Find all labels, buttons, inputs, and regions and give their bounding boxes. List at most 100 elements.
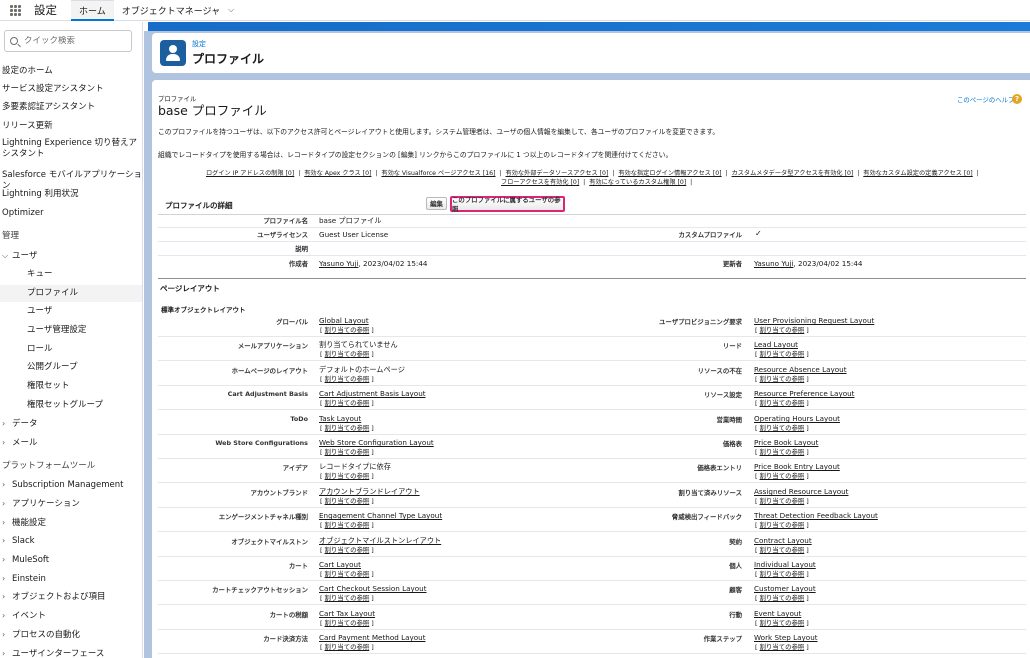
assign-link-right[interactable]: [ 割り当ての参照 ] <box>755 349 809 358</box>
assign-link[interactable]: [ 割り当ての参照 ] <box>320 398 374 407</box>
layout-row-value-right[interactable]: Work Step Layout <box>754 633 818 642</box>
layout-row-value[interactable]: Cart Checkout Session Layout <box>319 584 427 593</box>
sidebar-item-0[interactable]: 設定のホーム <box>0 66 142 77</box>
assign-link[interactable]: [ 割り当ての参照 ] <box>320 642 374 651</box>
assign-link[interactable]: [ 割り当ての参照 ] <box>320 593 374 602</box>
sidebar-item-11[interactable]: プロファイル <box>0 285 142 302</box>
layout-row-value[interactable]: Cart Layout <box>319 560 361 569</box>
sidebar-item-2[interactable]: 多要素認証アシスタント <box>0 102 142 113</box>
sidebar-item-15[interactable]: 公開グループ <box>0 362 142 373</box>
related-link[interactable]: 有効になっているカスタム権限 [0] <box>589 179 686 186</box>
quick-find-input[interactable] <box>24 36 124 46</box>
related-link[interactable]: 有効な Apex クラス [0] <box>304 170 371 177</box>
assign-link[interactable]: [ 割り当ての参照 ] <box>320 545 374 554</box>
sidebar-item-9[interactable]: ⌵ ユーザ <box>0 250 142 262</box>
layout-row-value-right[interactable]: User Provisioning Request Layout <box>754 316 874 325</box>
assign-link-right[interactable]: [ 割り当ての参照 ] <box>755 398 809 407</box>
layout-row-value[interactable]: Engagement Channel Type Layout <box>319 511 442 520</box>
help-icon[interactable]: ? <box>1012 94 1022 104</box>
assign-link[interactable]: [ 割り当ての参照 ] <box>320 618 374 627</box>
assign-link[interactable]: [ 割り当ての参照 ] <box>320 349 374 358</box>
sidebar-item-24[interactable]: › Slack <box>0 535 142 547</box>
layout-row-value[interactable]: Global Layout <box>319 316 369 325</box>
assign-link[interactable]: [ 割り当ての参照 ] <box>320 569 374 578</box>
assign-link[interactable]: [ 割り当ての参照 ] <box>320 520 374 529</box>
assign-link[interactable]: [ 割り当ての参照 ] <box>320 423 374 432</box>
sidebar-item-10[interactable]: キュー <box>0 269 142 280</box>
sidebar-item-29[interactable]: › プロセスの自動化 <box>0 629 142 641</box>
sidebar-item-30[interactable]: › ユーザインターフェース <box>0 648 142 658</box>
layout-row-value-right[interactable]: Resource Absence Layout <box>754 365 847 374</box>
created-by-user-link[interactable]: Yasuno Yuji <box>319 259 358 268</box>
assign-link-right[interactable]: [ 割り当ての参照 ] <box>755 618 809 627</box>
related-link[interactable]: ログイン IP アドレスの制限 [0] <box>206 170 294 177</box>
quick-find-box[interactable] <box>4 30 132 52</box>
tab-object-manager[interactable]: オブジェクトマネージャ ⌵ <box>114 0 242 21</box>
assign-link[interactable]: [ 割り当ての参照 ] <box>320 496 374 505</box>
sidebar-item-26[interactable]: › Einstein <box>0 573 142 585</box>
sidebar-item-12[interactable]: ユーザ <box>0 306 142 317</box>
assign-link-right[interactable]: [ 割り当ての参照 ] <box>755 496 809 505</box>
layout-row-value-right[interactable]: Lead Layout <box>754 340 798 349</box>
assign-link[interactable]: [ 割り当ての参照 ] <box>320 471 374 480</box>
assign-link-right[interactable]: [ 割り当ての参照 ] <box>755 374 809 383</box>
sidebar-item-3[interactable]: リリース更新 <box>0 121 142 132</box>
tab-home[interactable]: ホーム <box>71 0 114 21</box>
sidebar-item-16[interactable]: 権限セット <box>0 381 142 392</box>
layout-row-value-right[interactable]: Price Book Entry Layout <box>754 462 840 471</box>
sidebar-item-1[interactable]: サービス設定アシスタント <box>0 84 142 95</box>
related-link[interactable]: フローアクセスを有効化 [0] <box>501 179 579 186</box>
layout-row-value-right[interactable]: Price Book Layout <box>754 438 818 447</box>
layout-row-value[interactable]: Cart Tax Layout <box>319 609 375 618</box>
view-users-button[interactable]: このプロファイルに属するユーザの参照 <box>450 196 565 213</box>
sidebar-item-13[interactable]: ユーザ管理設定 <box>0 325 142 336</box>
assign-link-right[interactable]: [ 割り当ての参照 ] <box>755 447 809 456</box>
layout-row-value[interactable]: Web Store Configuration Layout <box>319 438 434 447</box>
assign-link-right[interactable]: [ 割り当ての参照 ] <box>755 325 809 334</box>
layout-row-value[interactable]: Cart Adjustment Basis Layout <box>319 389 426 398</box>
sidebar-item-23[interactable]: › 機能設定 <box>0 517 142 529</box>
sidebar-item-4[interactable]: Lightning Experience 切り替えアシスタント <box>0 138 142 160</box>
assign-link-right[interactable]: [ 割り当ての参照 ] <box>755 642 809 651</box>
assign-link-right[interactable]: [ 割り当ての参照 ] <box>755 471 809 480</box>
layout-row-value-right[interactable]: Assigned Resource Layout <box>754 487 848 496</box>
related-link[interactable]: カスタムメタデータ型アクセスを有効化 [0] <box>732 170 854 177</box>
layout-row-value-right[interactable]: Event Layout <box>754 609 801 618</box>
help-link[interactable]: このページのヘルプ <box>957 95 1014 104</box>
edit-button[interactable]: 編集 <box>426 197 447 210</box>
sidebar-item-7[interactable]: Optimizer <box>0 208 142 219</box>
assign-link[interactable]: [ 割り当ての参照 ] <box>320 325 374 334</box>
layout-row-value[interactable]: Task Layout <box>319 414 361 423</box>
sidebar-item-22[interactable]: › アプリケーション <box>0 498 142 510</box>
app-launcher-icon[interactable] <box>0 0 30 21</box>
sidebar-item-19[interactable]: › メール <box>0 437 142 449</box>
layout-row-value-right[interactable]: Operating Hours Layout <box>754 414 840 423</box>
assign-link-right[interactable]: [ 割り当ての参照 ] <box>755 545 809 554</box>
layout-row-value-right[interactable]: Customer Layout <box>754 584 816 593</box>
related-link[interactable]: 有効な指定ログイン情報アクセス [0] <box>618 170 721 177</box>
layout-row-value-right[interactable]: Individual Layout <box>754 560 816 569</box>
assign-link-right[interactable]: [ 割り当ての参照 ] <box>755 520 809 529</box>
layout-row-value[interactable]: Card Payment Method Layout <box>319 633 426 642</box>
sidebar-item-28[interactable]: › イベント <box>0 610 142 622</box>
assign-link-right[interactable]: [ 割り当ての参照 ] <box>755 569 809 578</box>
modified-by-user-link[interactable]: Yasuno Yuji <box>754 259 793 268</box>
sidebar-item-6[interactable]: Lightning 利用状況 <box>0 189 142 200</box>
assign-link-right[interactable]: [ 割り当ての参照 ] <box>755 423 809 432</box>
sidebar-item-18[interactable]: › データ <box>0 418 142 430</box>
related-link[interactable]: 有効な Visualforce ページアクセス [16] <box>381 170 495 177</box>
related-link[interactable]: 有効な外部データソースアクセス [0] <box>505 170 608 177</box>
layout-row-value-right[interactable]: Resource Preference Layout <box>754 389 855 398</box>
sidebar-item-27[interactable]: › オブジェクトおよび項目 <box>0 591 142 603</box>
layout-row-value-right[interactable]: Contract Layout <box>754 536 812 545</box>
sidebar-item-17[interactable]: 権限セットグループ <box>0 400 142 411</box>
assign-link-right[interactable]: [ 割り当ての参照 ] <box>755 593 809 602</box>
sidebar-item-21[interactable]: › Subscription Management <box>0 479 142 491</box>
assign-link[interactable]: [ 割り当ての参照 ] <box>320 447 374 456</box>
sidebar-item-25[interactable]: › MuleSoft <box>0 554 142 566</box>
layout-row-value-right[interactable]: Threat Detection Feedback Layout <box>754 511 878 520</box>
sidebar-item-14[interactable]: ロール <box>0 344 142 355</box>
breadcrumb[interactable]: 設定 <box>192 39 264 49</box>
related-link[interactable]: 有効なカスタム設定の定義アクセス [0] <box>863 170 972 177</box>
assign-link[interactable]: [ 割り当ての参照 ] <box>320 374 374 383</box>
